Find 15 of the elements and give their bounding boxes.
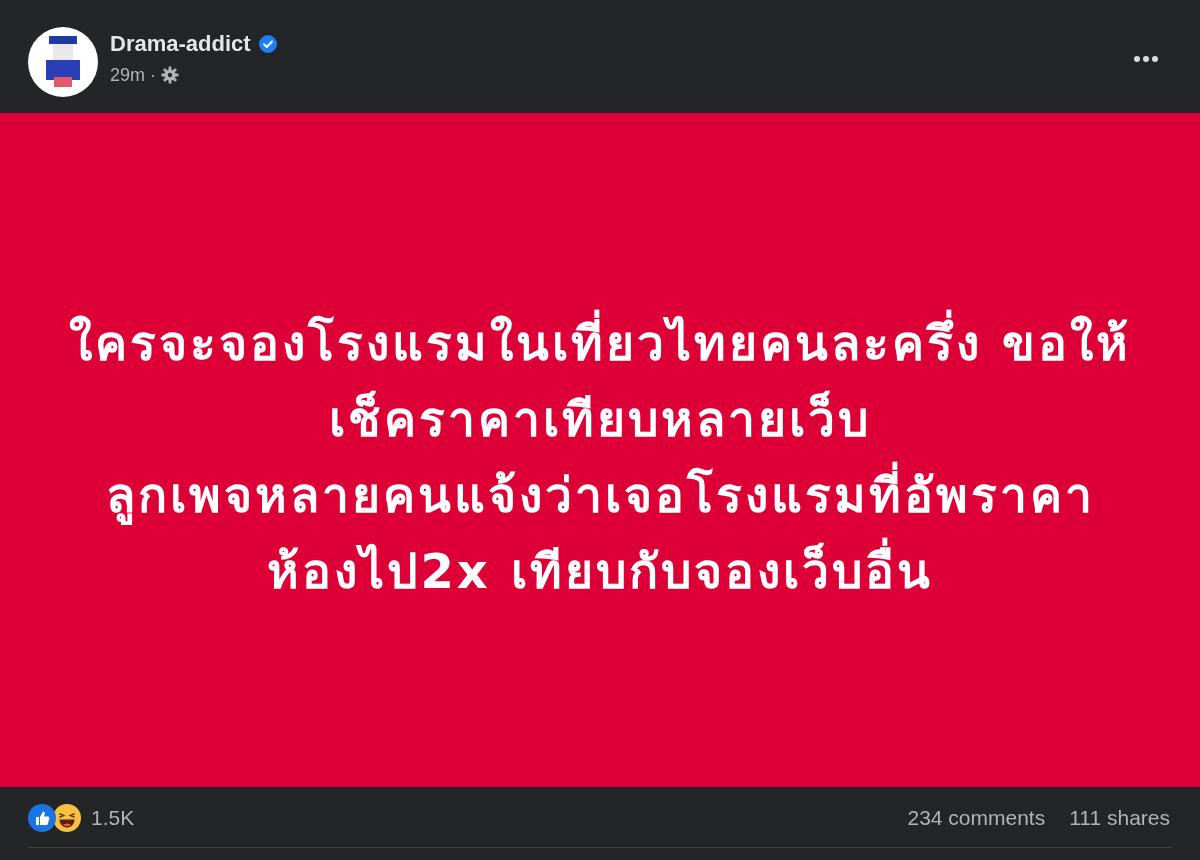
reaction-count[interactable]: 1.5K [91,802,135,834]
post-text-line: เช็คราคาเทียบหลายเว็บ [329,389,871,449]
thumbs-up-icon [28,804,56,832]
comments-count-link[interactable]: 234 comments [907,802,1046,834]
laughing-face-icon [53,804,81,832]
author-name[interactable]: Drama-addict [110,30,251,58]
post-time[interactable]: 29m [110,64,145,86]
shares-count-link[interactable]: 111 shares [1069,802,1170,834]
avatar-icon [28,27,98,97]
post-text-line: ลูกเพจหลายคนแจ้งว่าเจอโรงแรมที่อัพราคา [105,457,1095,533]
separator-dot: · [150,64,156,86]
more-icon [1134,56,1158,62]
post-text-line: ใครจะจองโรงแรมในเที่ยวไทยคนละครึ่ง ขอให้ [69,305,1131,381]
gear-icon [161,66,179,84]
post-text-line: ห้องไป2x เทียบกับจองเว็บอื่น [267,533,933,609]
